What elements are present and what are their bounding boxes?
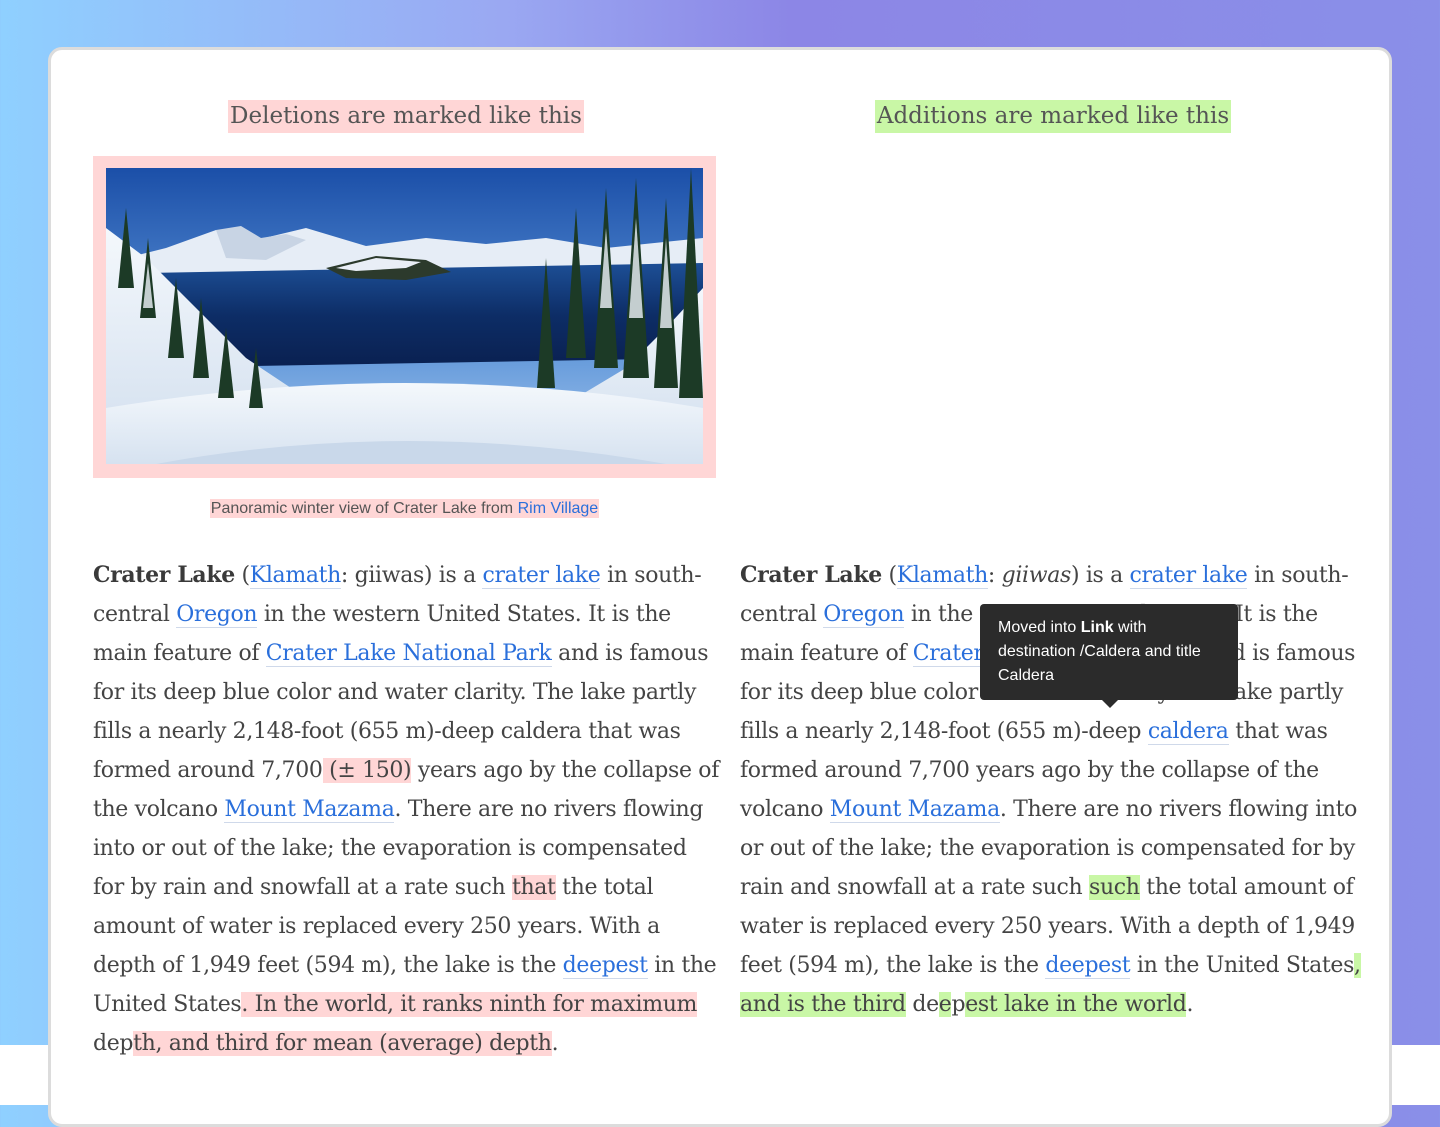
link-oregon[interactable]: Oregon bbox=[823, 602, 905, 628]
link-crater-lake-national-park[interactable]: Crater Lake National Park bbox=[265, 641, 552, 667]
caption-deletion-highlight: Panoramic winter view of Crater Lake fro… bbox=[209, 499, 600, 518]
deletion-highlight: th, and third for mean (average) depth bbox=[133, 1031, 552, 1056]
text-span: . bbox=[1186, 992, 1194, 1017]
link-crater-lake[interactable]: crater lake bbox=[1129, 563, 1248, 589]
link-deepest[interactable]: deepest bbox=[1045, 953, 1131, 979]
text-span: ) is a bbox=[1070, 563, 1130, 588]
deletion-highlight: (± 150) bbox=[322, 758, 412, 783]
text-span: ( bbox=[881, 563, 898, 588]
text-span: . bbox=[551, 1031, 559, 1056]
deletions-legend-label: Deletions are marked like this bbox=[228, 100, 584, 133]
additions-legend-label: Additions are marked like this bbox=[874, 100, 1232, 133]
rim-village-link[interactable]: Rim Village bbox=[518, 500, 599, 517]
crater-lake-image bbox=[106, 168, 703, 464]
link-mount-mazama[interactable]: Mount Mazama bbox=[224, 797, 395, 823]
deleted-paragraph: Crater Lake (Klamath: giiwas) is a crate… bbox=[93, 556, 719, 1063]
link-caldera[interactable]: caldera bbox=[1147, 719, 1229, 745]
link-klamath[interactable]: Klamath bbox=[896, 563, 988, 589]
additions-legend-row: Additions are marked like this bbox=[740, 100, 1366, 133]
link-crater-lake[interactable]: crater lake bbox=[482, 563, 601, 589]
text-span: ( bbox=[234, 563, 251, 588]
deletion-highlight: . In the world, it ranks ninth for maxim… bbox=[241, 992, 698, 1017]
link-mount-mazama[interactable]: Mount Mazama bbox=[829, 797, 1000, 823]
text-span: dep bbox=[93, 1031, 134, 1056]
link-oregon[interactable]: Oregon bbox=[176, 602, 258, 628]
text-span: : bbox=[987, 563, 1002, 588]
link-deepest[interactable]: deepest bbox=[562, 953, 648, 979]
link-klamath[interactable]: Klamath bbox=[249, 563, 341, 589]
article-title: Crater Lake bbox=[93, 562, 235, 588]
text-span: p bbox=[951, 992, 966, 1017]
tooltip-text-pre: Moved into bbox=[998, 619, 1081, 636]
deletion-highlight: that bbox=[511, 875, 556, 900]
addition-highlight: such bbox=[1089, 875, 1140, 900]
tooltip-arrow bbox=[1102, 700, 1118, 708]
addition-highlight: e bbox=[938, 992, 952, 1017]
text-span: in the United States bbox=[1130, 953, 1355, 978]
text-span: de bbox=[905, 992, 939, 1017]
deletions-legend-row: Deletions are marked like this bbox=[93, 100, 719, 133]
text-span: : giiwas) is a bbox=[340, 563, 483, 588]
tooltip-text-bold: Link bbox=[1080, 619, 1114, 636]
italic-giiwas: giiwas bbox=[1001, 563, 1072, 588]
change-tooltip: Moved into Link with destination /Calder… bbox=[980, 604, 1238, 708]
article-title: Crater Lake bbox=[740, 562, 882, 588]
diff-card: Deletions are marked like this Panoramic… bbox=[48, 47, 1392, 1127]
image-caption: Panoramic winter view of Crater Lake fro… bbox=[93, 497, 716, 521]
caption-text: Panoramic winter view of Crater Lake fro… bbox=[210, 500, 518, 517]
deleted-figure-highlight bbox=[93, 156, 716, 478]
addition-highlight: est lake in the world bbox=[965, 992, 1187, 1017]
